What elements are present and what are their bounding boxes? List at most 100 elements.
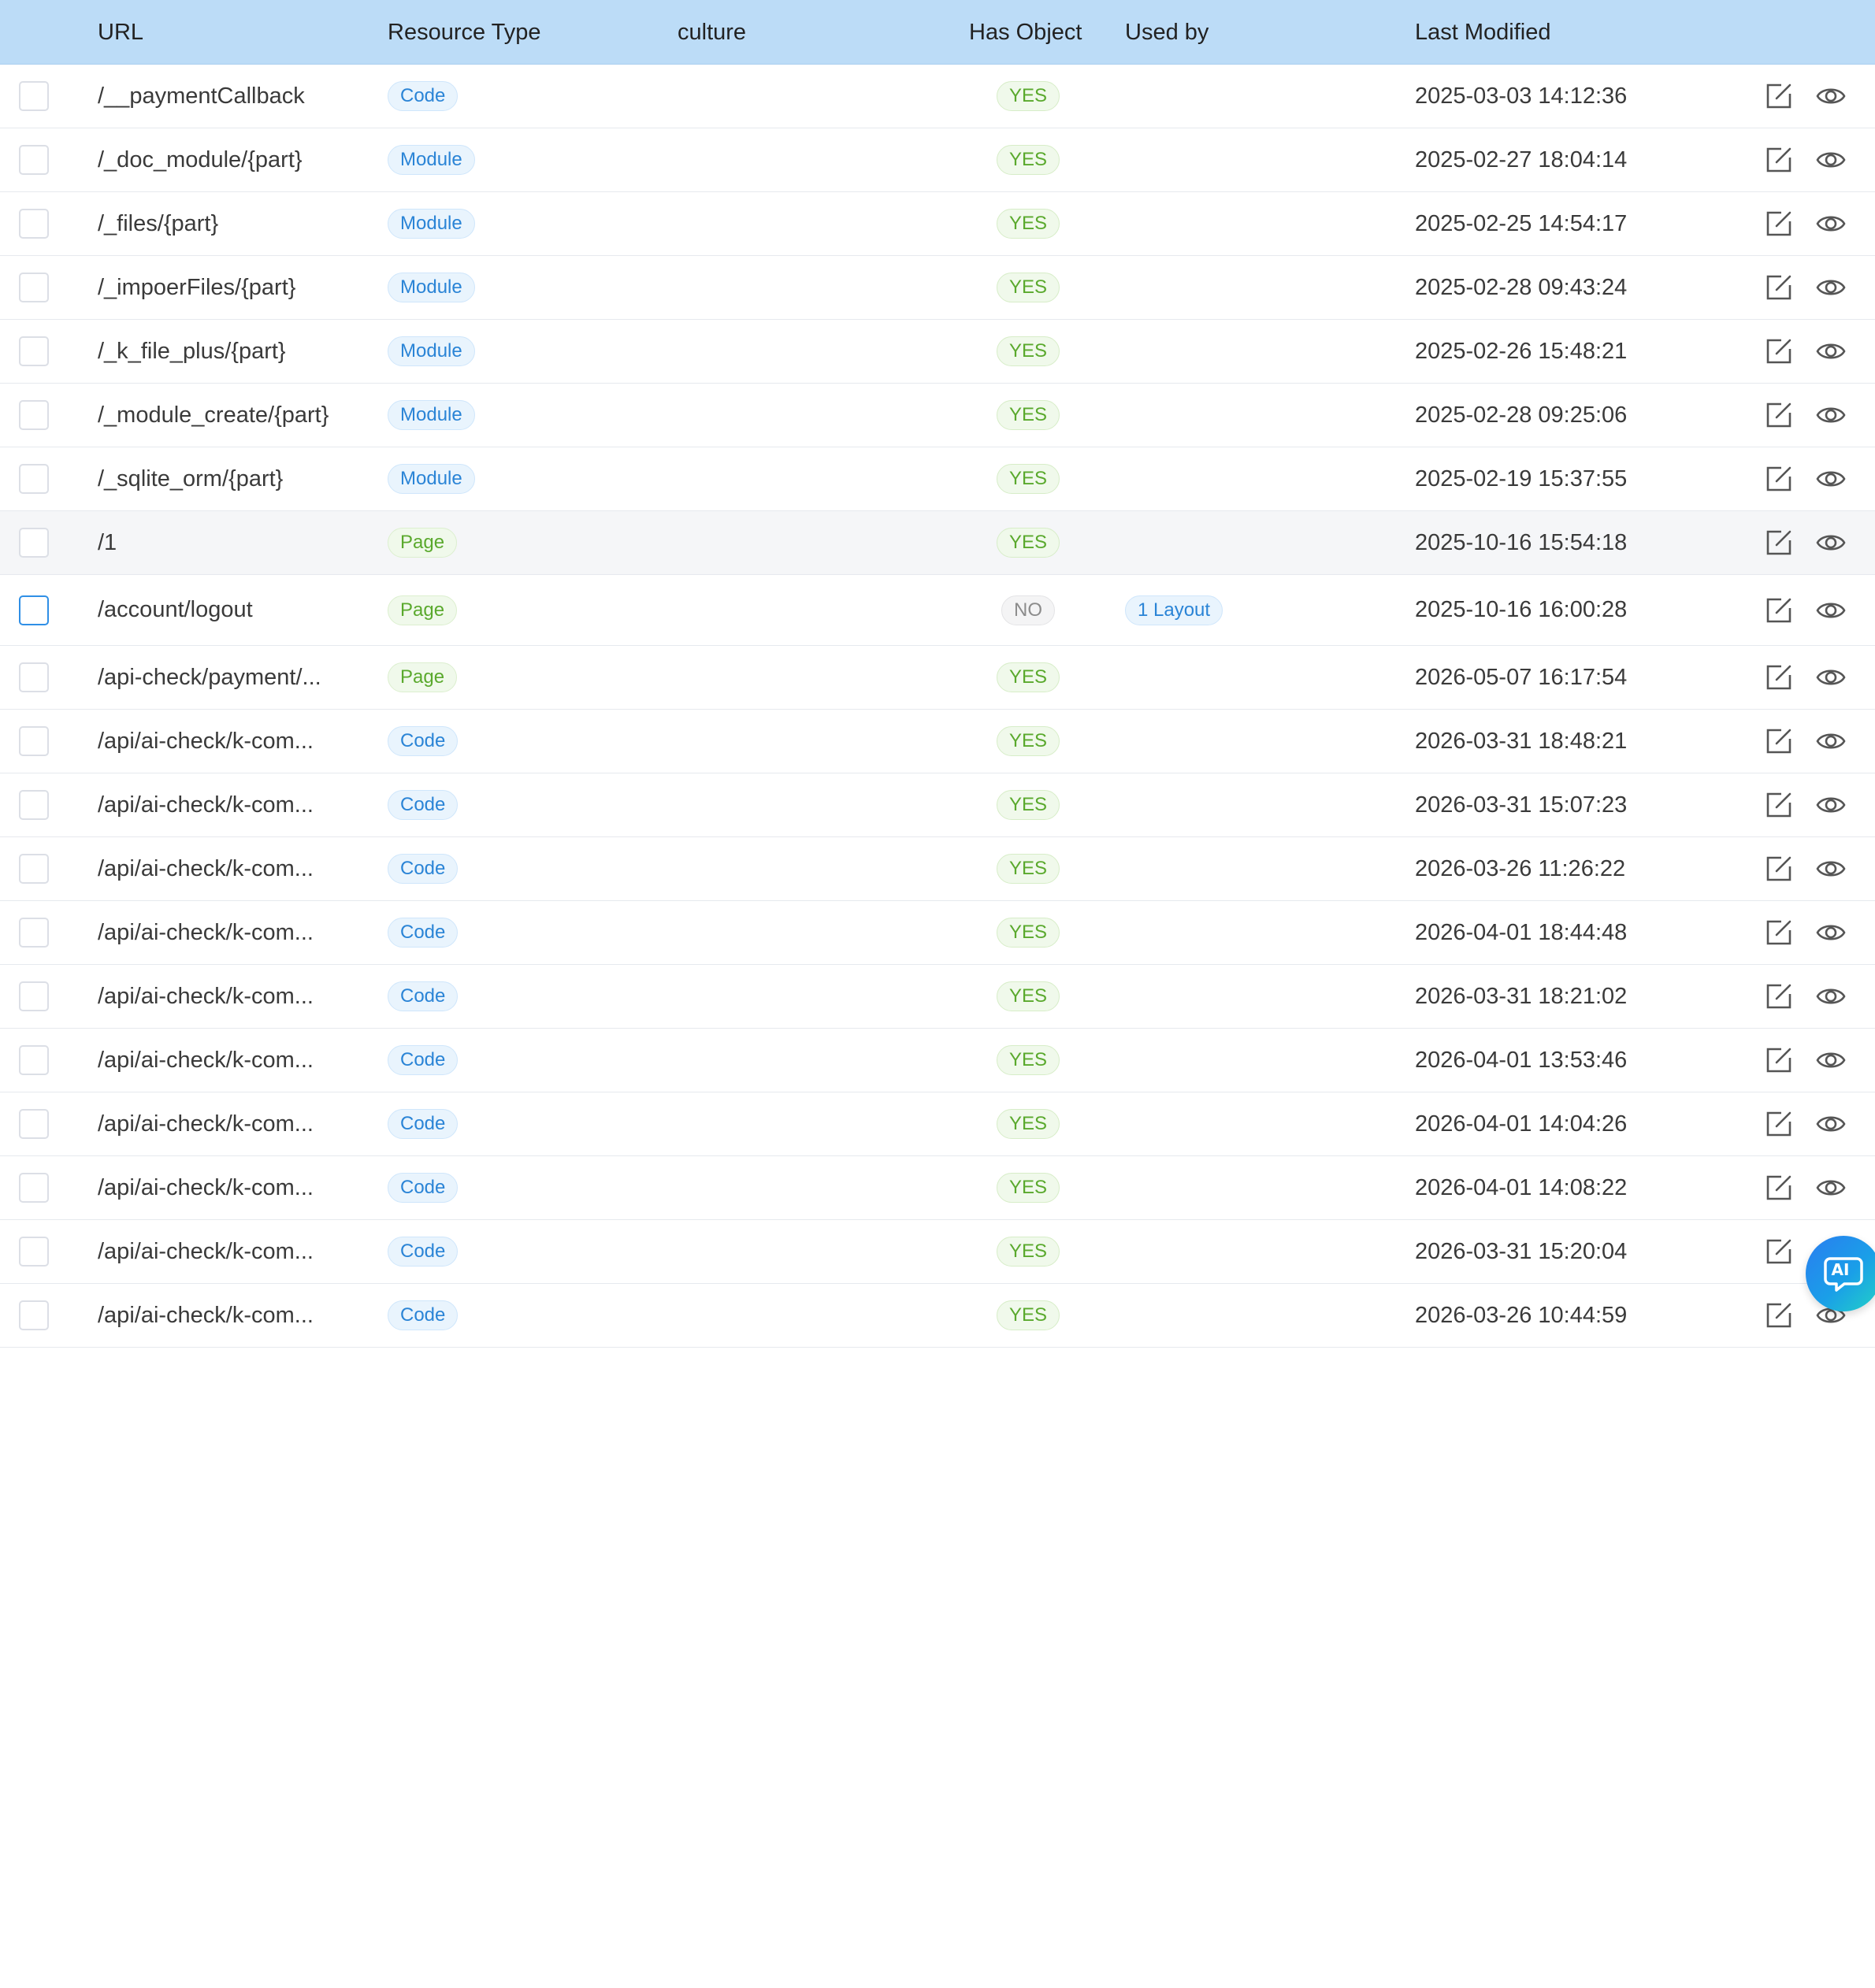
eye-icon[interactable]: [1815, 1172, 1847, 1204]
edit-icon[interactable]: [1763, 1108, 1795, 1140]
table-row[interactable]: /_sqlite_orm/{part} Module YES 2025-02-19 1…: [0, 447, 1875, 511]
url-cell[interactable]: /api/ai-check/k-com...: [98, 773, 314, 836]
url-cell[interactable]: /_sqlite_orm/{part}: [98, 447, 283, 510]
row-checkbox[interactable]: [19, 1173, 49, 1203]
eye-icon[interactable]: [1815, 463, 1847, 495]
table-row[interactable]: /api/ai-check/k-com... Code YES 2026-03-31 …: [0, 773, 1875, 837]
eye-icon[interactable]: [1815, 917, 1847, 948]
edit-icon[interactable]: [1763, 272, 1795, 303]
eye-icon[interactable]: [1815, 1108, 1847, 1140]
table-row[interactable]: /api/ai-check/k-com... Code YES 2026-03-31 …: [0, 1220, 1875, 1284]
edit-icon[interactable]: [1763, 463, 1795, 495]
url-cell[interactable]: /api/ai-check/k-com...: [98, 965, 314, 1028]
table-row[interactable]: /_k_file_plus/{part} Module YES 2025-02-26 …: [0, 320, 1875, 384]
url-cell[interactable]: /api/ai-check/k-com...: [98, 1220, 314, 1283]
url-cell[interactable]: /1: [98, 511, 117, 574]
edit-icon[interactable]: [1763, 336, 1795, 367]
edit-icon[interactable]: [1763, 789, 1795, 821]
edit-icon[interactable]: [1763, 662, 1795, 693]
table-row[interactable]: /api/ai-check/k-com... Code YES 2026-04-01 …: [0, 1092, 1875, 1156]
row-checkbox[interactable]: [19, 918, 49, 948]
eye-icon[interactable]: [1815, 208, 1847, 239]
row-checkbox[interactable]: [19, 528, 49, 558]
table-row[interactable]: /__paymentCallback Code YES 2025-03-03 14:1…: [0, 65, 1875, 128]
table-row[interactable]: /api/ai-check/k-com... Code YES 2026-03-26 …: [0, 1284, 1875, 1348]
edit-icon[interactable]: [1763, 595, 1795, 626]
url-cell[interactable]: /__paymentCallback: [98, 65, 305, 128]
table-row[interactable]: /api/ai-check/k-com... Code YES 2026-04-01 …: [0, 1029, 1875, 1092]
row-checkbox[interactable]: [19, 81, 49, 111]
column-header-resource-type[interactable]: Resource Type: [388, 0, 541, 65]
row-checkbox[interactable]: [19, 209, 49, 239]
row-checkbox[interactable]: [19, 273, 49, 302]
eye-icon[interactable]: [1815, 144, 1847, 176]
eye-icon[interactable]: [1815, 399, 1847, 431]
edit-icon[interactable]: [1763, 1044, 1795, 1076]
column-header-url[interactable]: URL: [98, 0, 143, 65]
edit-icon[interactable]: [1763, 1300, 1795, 1331]
url-cell[interactable]: /api/ai-check/k-com...: [98, 1029, 314, 1092]
row-checkbox[interactable]: [19, 1237, 49, 1267]
row-checkbox[interactable]: [19, 790, 49, 820]
table-row[interactable]: /api-check/payment/... Page YES 2026-05-07 …: [0, 646, 1875, 710]
column-header-used-by[interactable]: Used by: [1125, 0, 1209, 65]
eye-icon[interactable]: [1815, 662, 1847, 693]
edit-icon[interactable]: [1763, 853, 1795, 885]
eye-icon[interactable]: [1815, 595, 1847, 626]
row-checkbox[interactable]: [19, 464, 49, 494]
ai-assistant-button[interactable]: AI: [1806, 1236, 1875, 1311]
used-by-tag[interactable]: 1 Layout: [1125, 595, 1223, 625]
url-cell[interactable]: /api/ai-check/k-com...: [98, 1284, 314, 1347]
eye-icon[interactable]: [1815, 789, 1847, 821]
column-header-last-modified[interactable]: Last Modified: [1415, 0, 1551, 65]
table-row[interactable]: /1 Page YES 2025-10-16 15:54:18: [0, 511, 1875, 575]
url-cell[interactable]: /api/ai-check/k-com...: [98, 837, 314, 900]
column-header-culture[interactable]: culture: [678, 0, 746, 65]
url-cell[interactable]: /api/ai-check/k-com...: [98, 710, 314, 773]
table-row[interactable]: /account/logout Page NO 1 Layout 2025-10-16 …: [0, 575, 1875, 646]
url-cell[interactable]: /_doc_module/{part}: [98, 128, 303, 191]
eye-icon[interactable]: [1815, 1044, 1847, 1076]
row-checkbox[interactable]: [19, 145, 49, 175]
url-cell[interactable]: /account/logout: [98, 575, 253, 645]
table-row[interactable]: /api/ai-check/k-com... Code YES 2026-04-01 …: [0, 901, 1875, 965]
url-cell[interactable]: /api/ai-check/k-com...: [98, 1092, 314, 1155]
eye-icon[interactable]: [1815, 80, 1847, 112]
column-header-has-object[interactable]: Has Object: [969, 0, 1082, 65]
url-cell[interactable]: /_module_create/{part}: [98, 384, 329, 447]
table-row[interactable]: /api/ai-check/k-com... Code YES 2026-03-26 …: [0, 837, 1875, 901]
url-cell[interactable]: /api/ai-check/k-com...: [98, 901, 314, 964]
table-row[interactable]: /api/ai-check/k-com... Code YES 2026-04-01 …: [0, 1156, 1875, 1220]
edit-icon[interactable]: [1763, 981, 1795, 1012]
url-cell[interactable]: /api/ai-check/k-com...: [98, 1156, 314, 1219]
edit-icon[interactable]: [1763, 80, 1795, 112]
edit-icon[interactable]: [1763, 725, 1795, 757]
row-checkbox[interactable]: [19, 336, 49, 366]
row-checkbox[interactable]: [19, 1045, 49, 1075]
url-cell[interactable]: /api-check/payment/...: [98, 646, 321, 709]
table-row[interactable]: /_files/{part} Module YES 2025-02-25 14:54:…: [0, 192, 1875, 256]
eye-icon[interactable]: [1815, 527, 1847, 558]
url-cell[interactable]: /_files/{part}: [98, 192, 218, 255]
row-checkbox[interactable]: [19, 1300, 49, 1330]
eye-icon[interactable]: [1815, 981, 1847, 1012]
row-checkbox[interactable]: [19, 1109, 49, 1139]
edit-icon[interactable]: [1763, 527, 1795, 558]
edit-icon[interactable]: [1763, 1172, 1795, 1204]
url-cell[interactable]: /_k_file_plus/{part}: [98, 320, 286, 383]
edit-icon[interactable]: [1763, 1236, 1795, 1267]
eye-icon[interactable]: [1815, 272, 1847, 303]
eye-icon[interactable]: [1815, 725, 1847, 757]
row-checkbox[interactable]: [19, 400, 49, 430]
url-cell[interactable]: /_impoerFiles/{part}: [98, 256, 295, 319]
table-row[interactable]: /_module_create/{part} Module YES 2025-02-2…: [0, 384, 1875, 447]
edit-icon[interactable]: [1763, 144, 1795, 176]
eye-icon[interactable]: [1815, 336, 1847, 367]
table-row[interactable]: /_doc_module/{part} Module YES 2025-02-27 1…: [0, 128, 1875, 192]
edit-icon[interactable]: [1763, 917, 1795, 948]
row-checkbox[interactable]: [19, 595, 49, 625]
eye-icon[interactable]: [1815, 853, 1847, 885]
edit-icon[interactable]: [1763, 399, 1795, 431]
row-checkbox[interactable]: [19, 726, 49, 756]
table-row[interactable]: /api/ai-check/k-com... Code YES 2026-03-31 …: [0, 710, 1875, 773]
